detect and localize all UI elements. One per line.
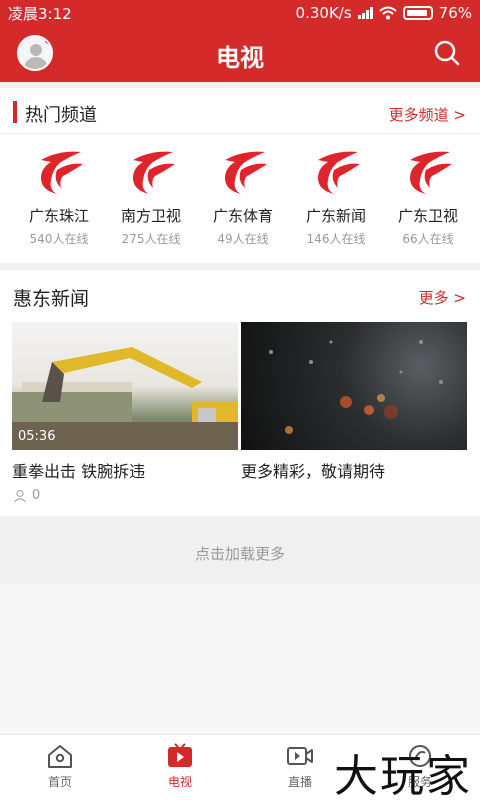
channel-item[interactable]: 南方卫视 275人在线 <box>105 146 197 247</box>
signal-icon <box>357 7 373 19</box>
channel-name: 广东新闻 <box>305 207 366 225</box>
tab-live[interactable]: 直播 <box>260 743 340 790</box>
hot-channels-section: 热门频道 更多频道 > 广东珠江 540人在线 南方卫视 275人在线 广东体育… <box>0 88 480 263</box>
app-header: 电视 <box>0 26 480 82</box>
divider <box>0 133 480 134</box>
channel-online-count: 540人在线 <box>29 232 89 246</box>
channel-logo-icon <box>133 151 175 194</box>
channel-online-count: 66人在线 <box>402 232 454 246</box>
video-card[interactable]: 05:36 重拳出击 铁腕拆违 0 <box>12 322 238 503</box>
channel-name: 广东珠江 <box>28 207 89 225</box>
tab-label: 电视 <box>167 775 192 789</box>
view-count: 0 <box>32 488 41 503</box>
channel-logo-icon <box>318 151 360 194</box>
channel-logo-icon <box>410 151 452 194</box>
video-title: 更多精彩，敬请期待 <box>241 462 386 481</box>
tab-tv[interactable]: 电视 <box>140 743 220 790</box>
search-icon[interactable] <box>432 38 462 68</box>
video-card[interactable]: 更多精彩，敬请期待 <box>241 322 467 482</box>
page-title: 电视 <box>216 44 264 72</box>
video-thumbnail <box>241 322 467 450</box>
battery-level: 76% <box>438 4 472 22</box>
channel-item[interactable]: 广东卫视 66人在线 <box>382 146 474 247</box>
channel-item[interactable]: 广东新闻 146人在线 <box>290 146 382 247</box>
tab-home[interactable]: 首页 <box>20 743 100 790</box>
channel-logo-icon <box>41 151 83 194</box>
tab-label: 直播 <box>287 775 312 789</box>
video-duration: 05:36 <box>18 429 56 444</box>
channel-item[interactable]: 广东珠江 540人在线 <box>13 146 105 247</box>
user-icon <box>14 489 26 502</box>
video-thumbnail: 05:36 <box>12 322 238 450</box>
load-more-button[interactable]: 点击加载更多 <box>0 524 480 584</box>
channel-online-count: 49人在线 <box>217 232 269 246</box>
rain-window-image <box>269 340 443 434</box>
tab-label: 首页 <box>47 775 72 789</box>
channel-logo-icon <box>225 151 267 194</box>
channel-name: 广东卫视 <box>397 207 458 225</box>
channel-online-count: 275人在线 <box>121 232 181 246</box>
channel-online-count: 146人在线 <box>306 232 366 246</box>
battery-icon <box>402 6 433 20</box>
network-speed: 0.30K/s <box>295 4 352 22</box>
watermark-text: 大玩家 <box>334 751 472 800</box>
hot-channels-header: 热门频道 更多频道 > <box>0 98 480 128</box>
channel-name: 南方卫视 <box>120 207 181 225</box>
empty-area <box>0 584 480 734</box>
news-section: 惠东新闻 更多 > 05:36 重拳出击 铁腕拆违 0 更多精彩，敬请期待 <box>0 270 480 516</box>
more-news-link[interactable]: 更多 > <box>419 287 466 308</box>
status-bar: 凌晨3:12 0.30K/s 76% <box>0 0 480 26</box>
news-section-title: 惠东新闻 <box>13 288 90 310</box>
more-channels-link[interactable]: 更多频道 > <box>389 104 466 125</box>
video-views: 0 <box>12 488 238 503</box>
channel-name: 广东体育 <box>212 207 273 225</box>
video-title: 重拳出击 铁腕拆违 <box>12 462 146 481</box>
tv-icon <box>168 743 192 767</box>
section-accent-bar <box>13 101 17 123</box>
video-camera-icon <box>287 747 313 765</box>
channel-item[interactable]: 广东体育 49人在线 <box>197 146 289 247</box>
home-icon <box>48 745 72 768</box>
hot-channels-title: 热门频道 <box>25 105 97 126</box>
status-time: 凌晨3:12 <box>8 4 72 23</box>
status-indicators: 0.30K/s 76% <box>296 4 472 22</box>
wifi-icon <box>378 6 397 20</box>
